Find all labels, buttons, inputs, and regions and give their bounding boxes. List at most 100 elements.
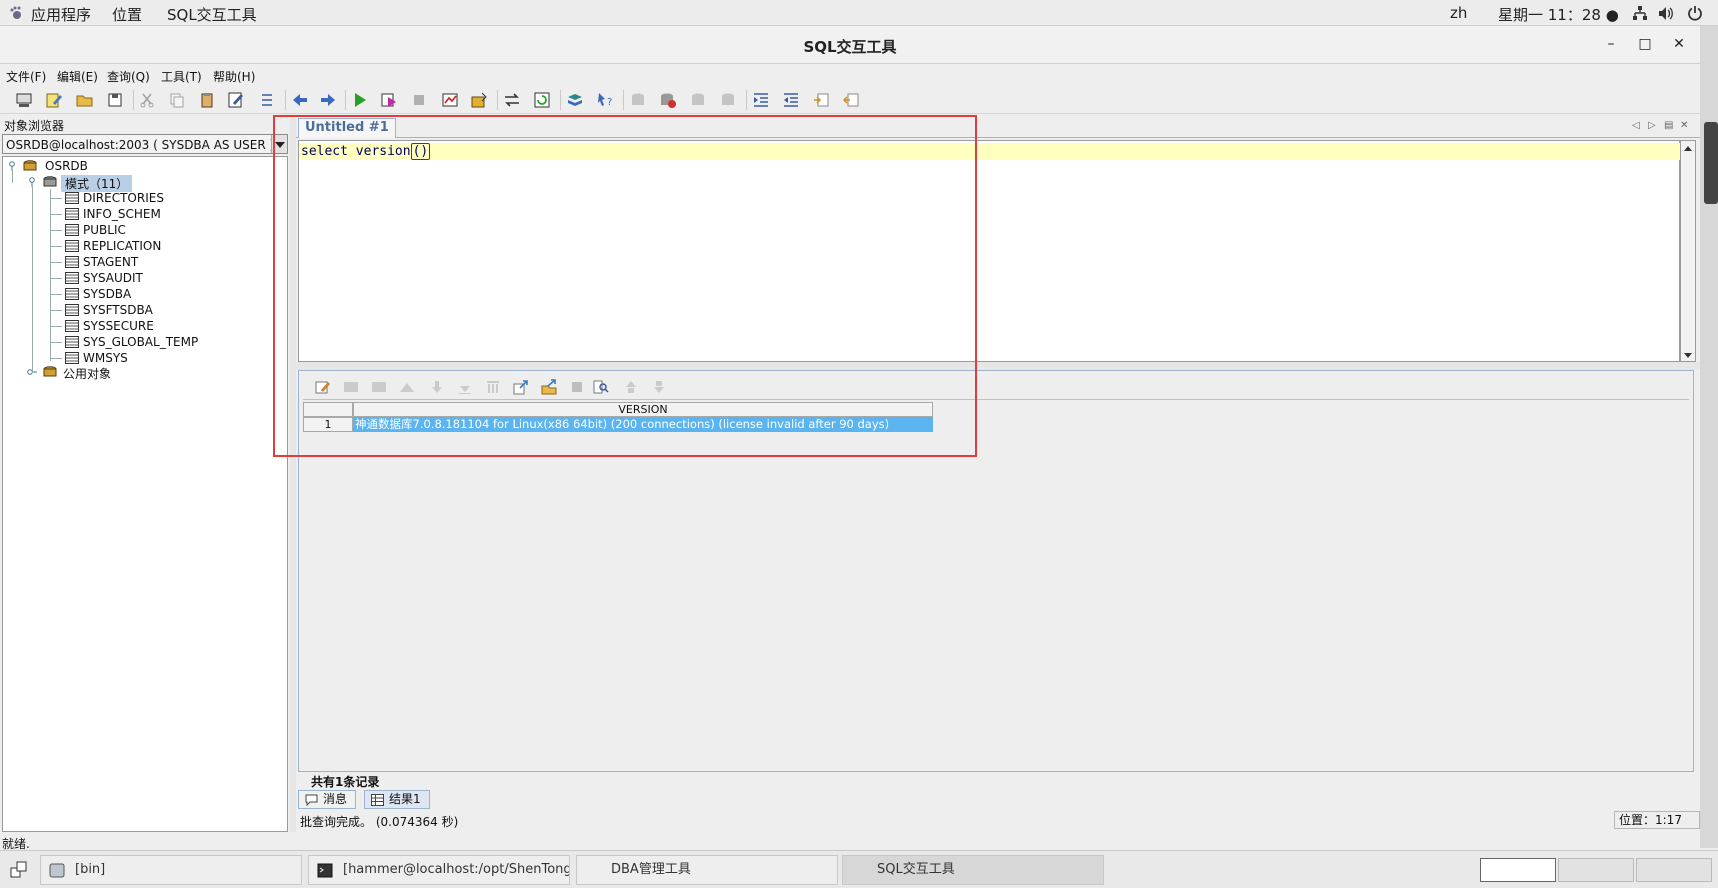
tree-label-schema: WMSYS <box>83 351 128 365</box>
outdent-icon[interactable] <box>782 91 800 109</box>
task-sql-tool[interactable]: SQL交互工具 <box>842 855 1104 885</box>
main-toolbar: ? <box>0 86 1700 114</box>
network-icon[interactable] <box>1632 6 1648 21</box>
edit-script-icon[interactable] <box>45 91 63 109</box>
menu-help[interactable]: 帮助(H) <box>213 68 255 85</box>
schema-icon <box>65 192 79 204</box>
status-message: 批查询完成。 (0.074364 秒) <box>300 815 459 829</box>
forward-arrow-icon[interactable] <box>319 91 337 109</box>
window-title-bar[interactable]: SQL交互工具 – □ ✕ <box>0 26 1700 64</box>
connection-value: OSRDB@localhost:2003 ( SYSDBA AS USER ) <box>6 138 275 152</box>
indent-icon[interactable] <box>752 91 770 109</box>
back-arrow-icon[interactable] <box>291 91 309 109</box>
connection-select[interactable]: OSRDB@localhost:2003 ( SYSDBA AS USER ) <box>2 134 288 154</box>
power-icon[interactable] <box>1687 5 1703 21</box>
volume-icon[interactable] <box>1658 6 1674 21</box>
maximize-button[interactable]: □ <box>1636 35 1654 53</box>
tree-label-schemas: 模式（11） <box>61 175 133 192</box>
screen-edge-panel <box>1700 26 1718 848</box>
help-icon[interactable]: ? <box>596 91 614 109</box>
commit-icon <box>692 93 704 105</box>
task-terminal-label: [hammer@localhost:/opt/ShenTong-... <box>343 862 570 877</box>
editor-status-bar: 批查询完成。 (0.074364 秒) 位置：1:17 <box>296 810 1700 830</box>
workspace-2[interactable] <box>1558 858 1634 882</box>
terminal-icon <box>317 863 333 878</box>
tab-scroll-left-icon[interactable]: ◁ <box>1632 120 1640 131</box>
execute-icon[interactable] <box>351 91 369 109</box>
tree-label-schema: SYSSECURE <box>83 319 154 333</box>
execute-selected-icon[interactable] <box>380 91 398 109</box>
list-icon[interactable] <box>258 91 276 109</box>
message-bubble-icon <box>305 794 318 806</box>
expanded-toggle-icon[interactable] <box>7 161 17 171</box>
tree-label-schema: SYSDBA <box>83 287 132 301</box>
input-language[interactable]: zh <box>1450 4 1467 22</box>
cursor-position: 位置：1:17 <box>1614 811 1700 829</box>
tree-label-schema: STAGENT <box>83 255 139 269</box>
highlight-annotation <box>273 115 977 457</box>
window-title: SQL交互工具 <box>803 38 897 56</box>
menu-query[interactable]: 查询(Q) <box>107 68 150 85</box>
task-dba-tool-label: DBA管理工具 <box>611 862 691 877</box>
rollback-icon[interactable] <box>659 91 677 109</box>
connect-icon[interactable] <box>15 91 33 109</box>
save-icon[interactable] <box>106 91 124 109</box>
places-menu[interactable]: 位置 <box>112 4 142 25</box>
comment-icon[interactable] <box>812 91 830 109</box>
tab-scroll-right-icon[interactable]: ▷ <box>1648 120 1656 131</box>
open-folder-icon[interactable] <box>76 91 94 109</box>
tree-label-schema: DIRECTORIES <box>83 191 164 205</box>
tree-label-schema: REPLICATION <box>83 239 162 253</box>
explain-plan-icon[interactable] <box>441 91 459 109</box>
app-status-bar: 就绪. <box>0 834 1700 851</box>
tree-label-schema: PUBLIC <box>83 223 126 237</box>
switch-icon[interactable] <box>503 91 521 109</box>
close-button[interactable]: ✕ <box>1670 35 1688 53</box>
schema-folder-icon <box>43 176 57 187</box>
tab-result-1[interactable]: 结果1 <box>364 790 430 809</box>
menu-tools[interactable]: 工具(T) <box>161 68 202 85</box>
refresh-icon[interactable] <box>533 91 551 109</box>
book-icon[interactable] <box>566 91 584 109</box>
schema-icon <box>65 336 79 348</box>
task-dba-tool[interactable]: DBA管理工具 <box>576 855 838 885</box>
scroll-down-icon[interactable] <box>1684 353 1692 358</box>
result-tabs: 消息 结果1 <box>298 790 1694 810</box>
tab-messages-label: 消息 <box>323 792 348 806</box>
task-bin[interactable]: [bin] <box>40 855 302 885</box>
edge-decoration <box>1704 122 1718 204</box>
tab-close-icon[interactable]: ✕ <box>1680 120 1688 131</box>
format-icon[interactable] <box>227 91 245 109</box>
schema-icon <box>65 256 79 268</box>
minimize-button[interactable]: – <box>1602 35 1620 53</box>
clock[interactable]: 星期一 11：28 ● <box>1498 4 1619 25</box>
transaction-icon <box>632 93 644 105</box>
gnome-foot-icon <box>10 6 21 19</box>
schema-icon <box>65 288 79 300</box>
editor-vertical-scrollbar[interactable] <box>1680 140 1696 362</box>
show-desktop-icon[interactable] <box>10 861 28 879</box>
expanded-toggle-icon[interactable] <box>27 177 37 187</box>
schema-icon <box>65 208 79 220</box>
task-terminal[interactable]: [hammer@localhost:/opt/ShenTong-... <box>308 855 570 885</box>
active-app-menu[interactable]: SQL交互工具 <box>167 4 257 25</box>
object-browser-title: 对象浏览器 <box>4 119 65 133</box>
cut-icon <box>140 93 154 108</box>
database-icon <box>43 366 57 377</box>
workspace-1[interactable] <box>1480 858 1556 882</box>
stop-icon <box>414 95 424 105</box>
schema-icon <box>65 320 79 332</box>
menu-file[interactable]: 文件(F) <box>6 68 46 85</box>
tab-list-icon[interactable]: ▤ <box>1664 120 1673 131</box>
paste-icon[interactable] <box>198 91 216 109</box>
uncomment-icon[interactable] <box>842 91 860 109</box>
analyze-icon[interactable] <box>470 91 488 109</box>
menu-edit[interactable]: 编辑(E) <box>57 68 98 85</box>
scroll-up-icon[interactable] <box>1684 146 1692 151</box>
grid-table-icon <box>371 794 384 806</box>
tab-messages[interactable]: 消息 <box>298 790 357 809</box>
applications-menu[interactable]: 应用程序 <box>31 4 91 25</box>
menu-bar: 文件(F) 编辑(E) 查询(Q) 工具(T) 帮助(H) <box>0 64 1700 86</box>
tree-label-schema: SYS_GLOBAL_TEMP <box>83 335 199 349</box>
workspace-3[interactable] <box>1636 858 1712 882</box>
